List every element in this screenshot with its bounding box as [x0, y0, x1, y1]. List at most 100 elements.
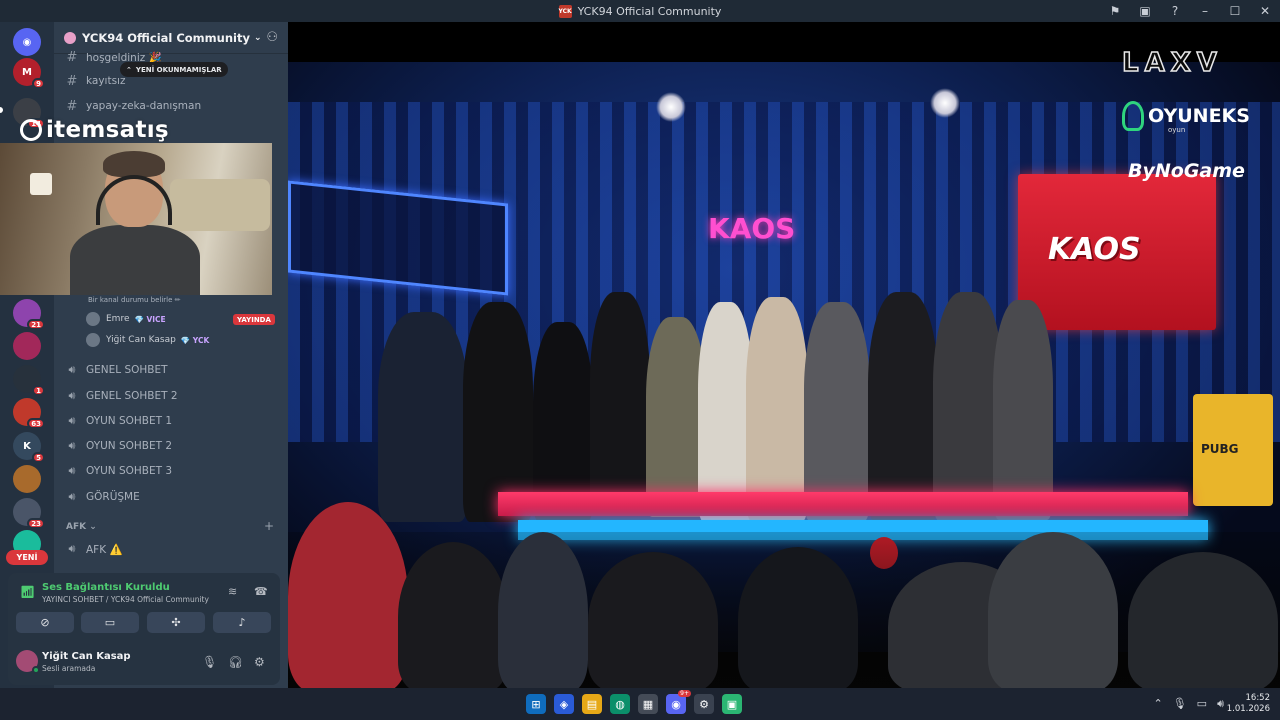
system-clock[interactable]: 16:52 1.01.2026	[1227, 693, 1270, 715]
audience-member	[1128, 552, 1278, 688]
microphone-icon[interactable]: 🎙︎	[202, 655, 217, 669]
connection-title[interactable]: Ses Bağlantısı Kuruldu	[42, 582, 170, 593]
invite-icon[interactable]: ⚇	[266, 30, 278, 45]
new-unreads-pill[interactable]: YENİ	[6, 550, 48, 565]
server-icon[interactable]	[13, 465, 41, 493]
sponsor-logo-oyuneks: OYUNEKS oyun	[1122, 96, 1250, 136]
edge-browser-icon[interactable]: ◍	[610, 694, 630, 714]
voice-channel-oyun-sohbet-3[interactable]: 🔊︎ OYUN SOHBET 3	[64, 460, 173, 482]
person-figure	[868, 292, 938, 522]
stream-viewer[interactable]: KAOS KAOS PUBG LAXV OYUNEKS oyun ByNoGam…	[288, 22, 1280, 688]
disconnect-icon[interactable]: ☎	[254, 585, 268, 598]
user-name[interactable]: Yiğit Can Kasap	[42, 651, 131, 662]
settings-gear-icon[interactable]: ⚙	[254, 655, 265, 669]
server-icon[interactable]: K5	[13, 432, 45, 463]
user-avatar[interactable]	[16, 650, 40, 674]
audience-member	[588, 552, 718, 688]
speaker-icon: 🔊︎	[68, 363, 76, 376]
start-button-icon[interactable]: ⊞	[526, 694, 546, 714]
voice-channel-afk[interactable]: 🔊︎ AFK ⚠️	[64, 538, 123, 560]
sponsor-logo-itemsatis: itemsatış	[20, 117, 169, 143]
activities-icon: ✣	[171, 616, 181, 629]
server-icon[interactable]: 1	[13, 365, 45, 396]
windows-taskbar: ⊞ ◈ ▤ ◍ ▦ ◉ 9+ ⚙ ▣ ⌃ 🎙︎ ▭ 🔊︎ 16:52 1.01.2…	[0, 688, 1280, 720]
chevron-up-icon[interactable]: ⌃	[1153, 697, 1162, 711]
channel-label: GENEL SOHBET 2	[86, 390, 178, 402]
server-icon[interactable]: 63	[13, 398, 45, 429]
store-icon[interactable]: ▦	[638, 694, 658, 714]
sponsor-logo-laxv: LAXV	[1121, 47, 1223, 79]
add-channel-icon[interactable]: +	[264, 519, 274, 533]
unread-badge: 1	[32, 385, 45, 396]
volume-icon[interactable]: 🔊︎	[1217, 697, 1224, 711]
window-title-bar: YCK YCK94 Official Community ⚑ ▣ ? – ☐ ✕	[0, 0, 1280, 22]
itemsatis-logo-icon	[20, 119, 42, 141]
server-icon[interactable]: 21	[13, 299, 45, 330]
stage-light	[656, 92, 686, 122]
headphones-icon[interactable]: 🎧︎	[228, 655, 243, 669]
channel-label: GÖRÜŞME	[86, 491, 140, 503]
soundboard-button[interactable]: ♪	[213, 612, 271, 633]
category-afk[interactable]: AFK ⌄	[66, 522, 97, 532]
camera-off-button[interactable]: ⊘	[16, 612, 74, 633]
discord-home-icon[interactable]: ◉	[13, 28, 41, 56]
app-icon[interactable]: ▣	[722, 694, 742, 714]
lamp-shape	[30, 173, 52, 195]
voice-connection-panel: 📶︎ Ses Bağlantısı Kuruldu YAYINCI SOHBET…	[8, 573, 280, 685]
voice-channel-oyun-sohbet-2[interactable]: 🔊︎ OYUN SOHBET 2	[64, 435, 173, 457]
audience-member	[738, 547, 858, 688]
minimize-button[interactable]: –	[1190, 0, 1220, 22]
channel-label: OYUN SOHBET 1	[86, 415, 173, 427]
display-icon[interactable]: ▭	[1197, 697, 1207, 711]
live-badge: YAYINDA	[233, 314, 275, 325]
voice-channel-gorusme[interactable]: 🔊︎ GÖRÜŞME	[64, 486, 140, 508]
role-tag: 💎 YCK	[180, 335, 210, 345]
help-icon[interactable]: ?	[1160, 0, 1190, 22]
voice-user-emre[interactable]: Emre 💎 VICE	[86, 310, 166, 328]
close-button[interactable]: ✕	[1250, 0, 1280, 22]
webcam-feed	[0, 143, 272, 295]
channel-label: OYUN SOHBET 2	[86, 440, 173, 452]
voice-user-yigit[interactable]: Yiğit Can Kasap 💎 YCK	[86, 331, 209, 349]
voice-channel-oyun-sohbet-1[interactable]: 🔊︎ OYUN SOHBET 1	[64, 410, 173, 432]
crowd-on-stage	[368, 262, 1068, 522]
avatar	[86, 333, 100, 347]
file-explorer-icon[interactable]: ▤	[582, 694, 602, 714]
settings-app-icon[interactable]: ⚙	[694, 694, 714, 714]
flag-icon[interactable]: ⚑	[1100, 0, 1130, 22]
user-status: Sesli aramada	[42, 664, 96, 673]
voice-channel-genel-sohbet[interactable]: 🔊︎ GENEL SOHBET	[64, 359, 168, 381]
speaker-icon: 🔊︎	[68, 490, 76, 503]
channel-yapay-zeka[interactable]: # yapay-zeka-danışman	[64, 95, 202, 117]
voice-channel-genel-sohbet-2[interactable]: 🔊︎ GENEL SOHBET 2	[64, 385, 178, 407]
person-figure	[698, 302, 753, 522]
person-figure	[804, 302, 870, 522]
noise-suppression-icon[interactable]: ≋	[228, 585, 237, 598]
unread-indicator	[0, 107, 3, 113]
voice-user-name: Yiğit Can Kasap	[106, 335, 176, 345]
voice-user-name: Emre	[106, 314, 130, 324]
inbox-icon[interactable]: ▣	[1130, 0, 1160, 22]
channel-kayitsiz[interactable]: # kayıtsız	[64, 70, 126, 92]
server-icon[interactable]: M9	[13, 58, 45, 89]
connection-subtitle[interactable]: YAYINCI SOHBET / YCK94 Official Communit…	[42, 595, 209, 604]
unread-badge: 23	[27, 518, 45, 529]
activities-button[interactable]: ✣	[147, 612, 205, 633]
person-figure	[463, 302, 533, 522]
server-icon[interactable]	[13, 332, 41, 360]
speaker-icon: 🔊︎	[68, 464, 76, 477]
channel-status-hint[interactable]: Bir kanal durumu belirle ✏	[88, 296, 181, 304]
speaker-icon: 🔊︎	[68, 389, 76, 402]
new-unreads-tooltip[interactable]: ⌃ YENİ OKUNMAMIŞLAR	[120, 62, 228, 77]
microphone-tray-icon[interactable]: 🎙︎	[1173, 697, 1187, 711]
hash-icon: #	[66, 73, 78, 89]
copilot-icon[interactable]: ◈	[554, 694, 574, 714]
server-icon[interactable]: 23	[13, 498, 45, 529]
channel-label: AFK ⚠️	[86, 543, 123, 556]
signal-icon[interactable]: 📶︎	[20, 585, 35, 599]
speaker-icon: 🔊︎	[68, 414, 76, 427]
hash-icon: #	[66, 98, 78, 114]
screen-share-button[interactable]: ▭	[81, 612, 139, 633]
discord-taskbar-icon[interactable]: ◉ 9+	[666, 690, 691, 714]
maximize-button[interactable]: ☐	[1220, 0, 1250, 22]
